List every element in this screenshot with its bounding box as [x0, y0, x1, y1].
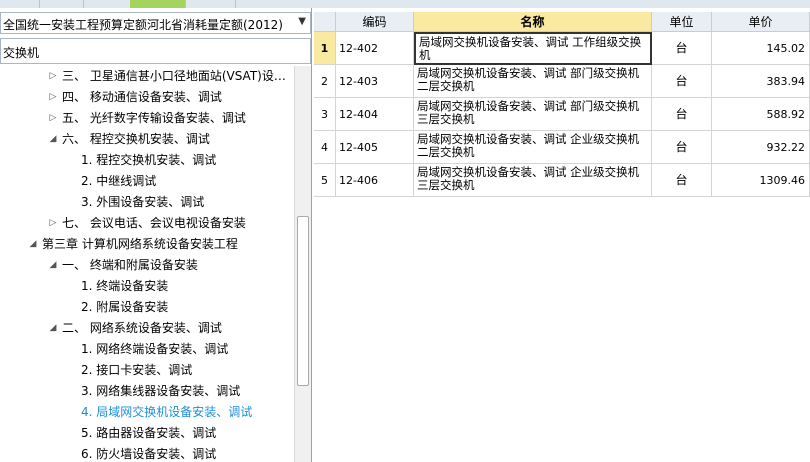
tree-node-label: 2. 接口卡安装、调试 [81, 363, 193, 377]
table-row[interactable]: 3 12-404 局域网交换机设备安装、调试 部门级交换机三层交换机台 588.92 [314, 98, 810, 131]
quota-selector-value: 全国统一安装工程预算定额河北省消耗量定额(2012) [3, 18, 283, 32]
price-cell[interactable]: 383.94 [712, 65, 810, 98]
code-cell[interactable]: 12-404 [336, 98, 414, 131]
tree-node-label: 3. 网络集线器设备安装、调试 [81, 384, 241, 398]
expanded-triangle-icon[interactable]: ◢ [48, 255, 58, 276]
row-number[interactable]: 3 [314, 98, 336, 131]
unit-cell[interactable]: 台 [652, 32, 712, 65]
name-cell[interactable]: 局域网交换机设备安装、调试 部门级交换机三层交换机 [414, 98, 652, 131]
tree-node[interactable]: 6. 防火墙设备安装、调试 [0, 444, 294, 462]
tree-node[interactable]: 1. 网络终端设备安装、调试 [0, 339, 294, 360]
name-cell[interactable]: 局域网交换机设备安装、调试 企业级交换机三层交换机 [414, 164, 652, 197]
unit-cell[interactable]: 台 [652, 98, 712, 131]
table-row[interactable]: 1 12-402 局域网交换机设备安装、调试 工作组级交换机台 145.02 [314, 32, 810, 65]
quota-selector[interactable]: 全国统一安装工程预算定额河北省消耗量定额(2012) ▼ [0, 12, 311, 34]
code-cell[interactable]: 12-406 [336, 164, 414, 197]
chapter-tree: ▷ 三、 卫星通信甚小口径地面站(VSAT)设… ▷ 四、 移动通信设备安装、调试 ▷ 五… [0, 66, 294, 462]
code-cell[interactable]: 12-405 [336, 131, 414, 164]
tree-node-label: 第三章 计算机网络系统设备安装工程 [42, 237, 238, 251]
tree-node[interactable]: 3. 网络集线器设备安装、调试 [0, 381, 294, 402]
tree-node-label: 七、 会议电话、会议电视设备安装 [62, 216, 246, 230]
tree-node-label: 四、 移动通信设备安装、调试 [62, 90, 222, 104]
name-cell[interactable]: 局域网交换机设备安装、调试 工作组级交换机 [414, 32, 652, 65]
tree-node-label: 二、 网络系统设备安装、调试 [62, 321, 222, 335]
code-cell[interactable]: 12-403 [336, 65, 414, 98]
row-number[interactable]: 4 [314, 131, 336, 164]
row-number[interactable]: 1 [314, 32, 336, 65]
row-number[interactable]: 2 [314, 65, 336, 98]
tree-node[interactable]: 5. 路由器设备安装、调试 [0, 423, 294, 444]
search-input[interactable]: 交换机 [0, 38, 311, 64]
tree-node-label: 3. 外围设备安装、调试 [81, 195, 205, 209]
unit-cell[interactable]: 台 [652, 131, 712, 164]
tree-node-label: 五、 光纤数字传输设备安装、调试 [62, 111, 246, 125]
tree-node[interactable]: ▷ 七、 会议电话、会议电视设备安装 [0, 213, 294, 234]
price-cell[interactable]: 145.02 [712, 32, 810, 65]
expanded-triangle-icon[interactable]: ◢ [48, 129, 58, 150]
row-number[interactable]: 5 [314, 164, 336, 197]
tree-node[interactable]: ◢ 六、 程控交换机安装、调试 [0, 129, 294, 150]
price-cell[interactable]: 588.92 [712, 98, 810, 131]
tree-node[interactable]: ◢ 第三章 计算机网络系统设备安装工程 [0, 234, 294, 255]
code-cell[interactable]: 12-402 [336, 32, 414, 65]
collapsed-triangle-icon[interactable]: ▷ [48, 108, 58, 129]
collapsed-triangle-icon[interactable]: ▷ [48, 213, 58, 234]
row-number-header [314, 12, 336, 32]
name-column-header[interactable]: 名称 [414, 12, 652, 32]
name-cell[interactable]: 局域网交换机设备安装、调试 企业级交换机二层交换机 [414, 131, 652, 164]
tree-node-label: 2. 中继线调试 [81, 174, 157, 188]
price-column-header[interactable]: 单价 [712, 12, 810, 32]
search-input-value: 交换机 [3, 46, 40, 60]
expanded-triangle-icon[interactable]: ◢ [28, 234, 38, 255]
price-cell[interactable]: 932.22 [712, 131, 810, 164]
table-row[interactable]: 5 12-406 局域网交换机设备安装、调试 企业级交换机三层交换机台 1309.46 [314, 164, 810, 197]
tree-node[interactable]: ▷ 四、 移动通信设备安装、调试 [0, 87, 294, 108]
tree-node[interactable]: 2. 附属设备安装 [0, 297, 294, 318]
code-column-header[interactable]: 编码 [336, 12, 414, 32]
toolbar-segment [186, 0, 236, 8]
tree-node-label: 一、 终端和附属设备安装 [62, 258, 198, 272]
tree-node[interactable]: ◢ 二、 网络系统设备安装、调试 [0, 318, 294, 339]
tree-node[interactable]: 1. 终端设备安装 [0, 276, 294, 297]
tree-node-label: 六、 程控交换机安装、调试 [62, 132, 210, 146]
tree-node[interactable]: ▷ 三、 卫星通信甚小口径地面站(VSAT)设… [0, 66, 294, 87]
expanded-triangle-icon[interactable]: ◢ [48, 318, 58, 339]
tree-node-label: 1. 终端设备安装 [81, 279, 169, 293]
tree-node[interactable]: 3. 外围设备安装、调试 [0, 192, 294, 213]
top-toolbar-strip [0, 0, 810, 8]
tree-node-label: 三、 卫星通信甚小口径地面站(VSAT)设… [62, 69, 286, 83]
tree-node-label: 6. 防火墙设备安装、调试 [81, 447, 217, 461]
collapsed-triangle-icon[interactable]: ▷ [48, 87, 58, 108]
tree-node-label: 1. 网络终端设备安装、调试 [81, 342, 229, 356]
unit-cell[interactable]: 台 [652, 65, 712, 98]
price-cell[interactable]: 1309.46 [712, 164, 810, 197]
unit-column-header[interactable]: 单位 [652, 12, 712, 32]
toolbar-segment [40, 0, 84, 8]
left-panel: 全国统一安装工程预算定额河北省消耗量定额(2012) ▼ 交换机 ▷ 三、 卫星通… [0, 8, 312, 462]
tree-scrollbar[interactable] [294, 66, 311, 462]
name-cell[interactable]: 局域网交换机设备安装、调试 部门级交换机二层交换机 [414, 65, 652, 98]
tree-node-label: 1. 程控交换机安装、调试 [81, 153, 217, 167]
tree-node[interactable]: ▷ 五、 光纤数字传输设备安装、调试 [0, 108, 294, 129]
tree-node-label: 4. 局域网交换机设备安装、调试 [81, 405, 253, 419]
tree-node[interactable]: 1. 程控交换机安装、调试 [0, 150, 294, 171]
tree-node-selected[interactable]: 4. 局域网交换机设备安装、调试 [0, 402, 294, 423]
table-row[interactable]: 4 12-405 局域网交换机设备安装、调试 企业级交换机二层交换机台 932.22 [314, 131, 810, 164]
table-row[interactable]: 2 12-403 局域网交换机设备安装、调试 部门级交换机二层交换机台 383.94 [314, 65, 810, 98]
chevron-down-icon[interactable]: ▼ [298, 16, 306, 27]
toolbar-segment [0, 0, 40, 8]
tree-node-label: 2. 附属设备安装 [81, 300, 169, 314]
scrollbar-thumb[interactable] [297, 216, 309, 386]
toolbar-segment-active [130, 0, 186, 8]
unit-cell[interactable]: 台 [652, 164, 712, 197]
tree-node[interactable]: ◢ 一、 终端和附属设备安装 [0, 255, 294, 276]
tree-node[interactable]: 2. 中继线调试 [0, 171, 294, 192]
tree-node-label: 5. 路由器设备安装、调试 [81, 426, 217, 440]
tree-node[interactable]: 2. 接口卡安装、调试 [0, 360, 294, 381]
collapsed-triangle-icon[interactable]: ▷ [48, 66, 58, 87]
